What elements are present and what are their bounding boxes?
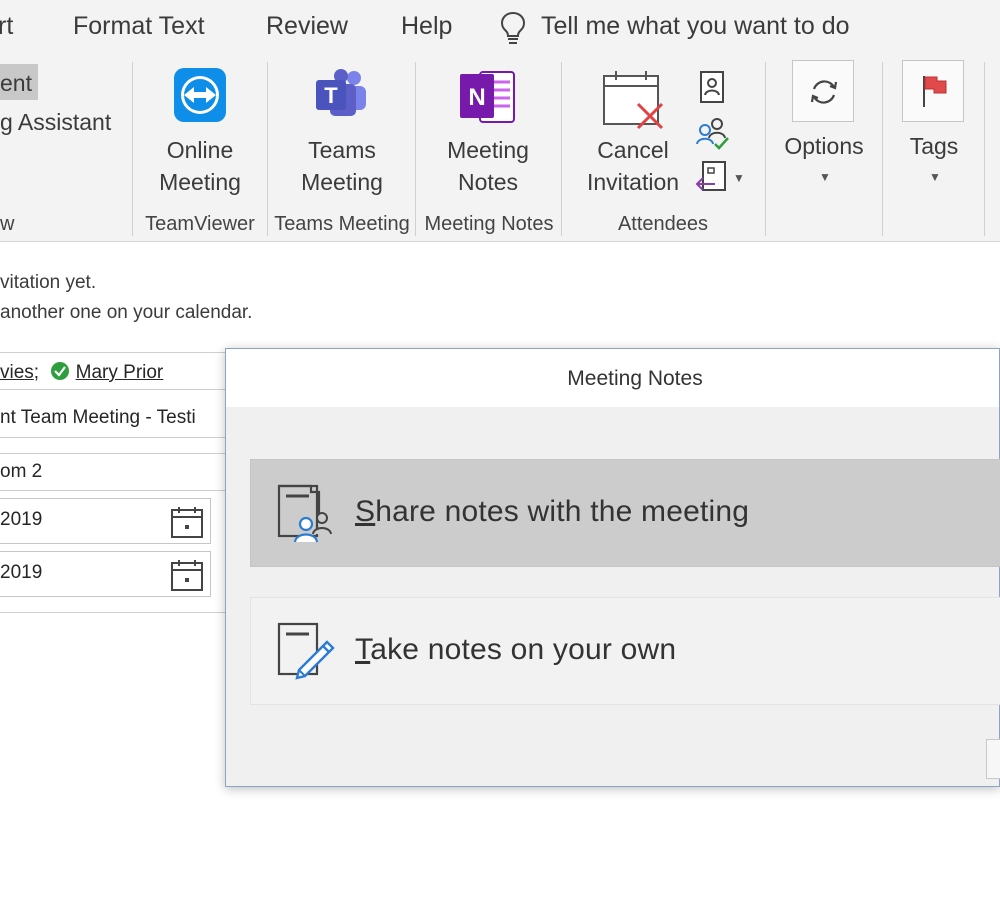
attendee-separator: ; — [33, 362, 40, 383]
svg-text:T: T — [324, 83, 338, 108]
dialog-title-bar: Meeting Notes — [226, 349, 999, 407]
options-button[interactable]: Options ▼ — [772, 60, 876, 190]
meeting-notes-dialog: Meeting Notes Share notes with the meeti… — [225, 348, 1000, 787]
online-meeting-line1: Online — [166, 137, 234, 163]
address-book-icon[interactable] — [698, 70, 726, 104]
group-separator — [984, 62, 985, 236]
attendee-list: vies; Mary Prior — [0, 361, 163, 384]
info-line-2: another one on your calendar. — [0, 302, 253, 323]
location-text: om 2 — [0, 461, 43, 482]
ribbon-tab-bar: rt Format Text Review Help Tell me what … — [0, 0, 1000, 56]
group-label-meeting-notes: Meeting Notes — [424, 213, 554, 235]
attendee-link[interactable]: vies — [0, 362, 34, 383]
check-names-icon[interactable] — [695, 116, 731, 150]
tab-review[interactable]: Review — [266, 12, 348, 41]
meeting-notes-line1: Meeting — [447, 137, 529, 163]
subject-field[interactable]: nt Team Meeting - Testi — [0, 400, 230, 438]
chevron-down-icon[interactable]: ▼ — [733, 171, 745, 185]
subject-text: nt Team Meeting - Testi — [0, 407, 196, 428]
take-notes-option[interactable]: Take notes on your own — [250, 597, 1000, 705]
take-notes-label: Take notes on your own — [355, 633, 676, 667]
cancel-invitation-button[interactable]: Cancel Invitation — [572, 62, 694, 202]
tab-insert[interactable]: rt — [0, 12, 13, 41]
info-line-1: vitation yet. — [0, 272, 97, 293]
group-separator — [561, 62, 562, 236]
group-separator — [132, 62, 133, 236]
share-notes-mnemonic: S — [355, 495, 376, 528]
chevron-down-icon: ▼ — [819, 170, 831, 184]
start-date-text: 2019 — [0, 509, 43, 530]
take-notes-text: ake notes on your own — [370, 633, 677, 666]
group-label-teamviewer: TeamViewer — [145, 213, 255, 235]
cancel-button[interactable] — [986, 739, 1000, 779]
attendees-field[interactable]: vies; Mary Prior — [0, 352, 230, 390]
end-date-text: 2019 — [0, 562, 43, 583]
accepted-check-icon — [51, 362, 70, 380]
group-label-show: w — [0, 213, 15, 235]
options-icon-frame — [792, 60, 854, 122]
take-notes-mnemonic: T — [355, 633, 371, 666]
teamviewer-icon — [174, 68, 226, 122]
lightbulb-icon — [500, 11, 526, 44]
tab-help[interactable]: Help — [401, 12, 452, 41]
calendar-icon[interactable] — [170, 505, 204, 539]
tags-button[interactable]: Tags ▼ — [888, 60, 980, 190]
dialog-title: Meeting Notes — [567, 367, 703, 390]
form-divider — [0, 612, 230, 613]
options-label: Options — [784, 133, 864, 159]
meeting-notes-button[interactable]: N Meeting Notes — [420, 62, 556, 202]
group-label-teams-meeting: Teams Meeting — [274, 213, 410, 235]
group-separator — [267, 62, 268, 236]
teams-icon: T — [316, 69, 366, 116]
chevron-down-icon: ▼ — [929, 170, 941, 184]
teams-meeting-line2: Meeting — [301, 169, 383, 195]
tell-me-search[interactable]: Tell me what you want to do — [541, 12, 850, 41]
teams-meeting-line1: Teams — [308, 137, 376, 163]
tab-format-text[interactable]: Format Text — [73, 12, 205, 41]
teams-meeting-button[interactable]: T Teams Meeting — [274, 62, 410, 202]
svg-text:N: N — [468, 84, 485, 111]
current-view-label: ent — [0, 70, 32, 96]
start-date-picker[interactable]: 2019 — [0, 498, 211, 544]
group-separator — [882, 62, 883, 236]
attendee-link[interactable]: Mary Prior — [76, 362, 164, 383]
onenote-icon: N — [460, 71, 515, 123]
cancel-invitation-icon — [603, 71, 664, 130]
group-separator — [765, 62, 766, 236]
share-notes-label: Share notes with the meeting — [355, 495, 749, 529]
shared-notebook-icon — [277, 484, 332, 543]
flag-icon — [923, 76, 947, 107]
end-date-picker[interactable]: 2019 — [0, 551, 211, 597]
share-notes-text: hare notes with the meeting — [375, 495, 750, 528]
notebook-pen-icon — [277, 622, 335, 680]
group-label-attendees: Attendees — [617, 213, 709, 235]
cancel-invitation-line2: Invitation — [586, 169, 680, 195]
response-options-icon[interactable] — [695, 160, 729, 196]
calendar-icon[interactable] — [170, 558, 204, 592]
tags-icon-frame — [902, 60, 964, 122]
meeting-notes-line2: Notes — [457, 169, 519, 195]
location-field[interactable]: om 2 — [0, 453, 230, 491]
tags-label: Tags — [909, 133, 959, 159]
refresh-icon — [810, 80, 838, 104]
online-meeting-line2: Meeting — [159, 169, 241, 195]
group-separator — [415, 62, 416, 236]
cancel-invitation-line1: Cancel — [597, 137, 669, 163]
online-meeting-button[interactable]: Online Meeting — [140, 62, 260, 202]
ribbon: ent g Assistant w Online Meeting TeamVie… — [0, 56, 1000, 242]
scheduling-assistant-button[interactable]: g Assistant — [0, 109, 111, 136]
share-notes-option[interactable]: Share notes with the meeting — [250, 459, 1000, 567]
